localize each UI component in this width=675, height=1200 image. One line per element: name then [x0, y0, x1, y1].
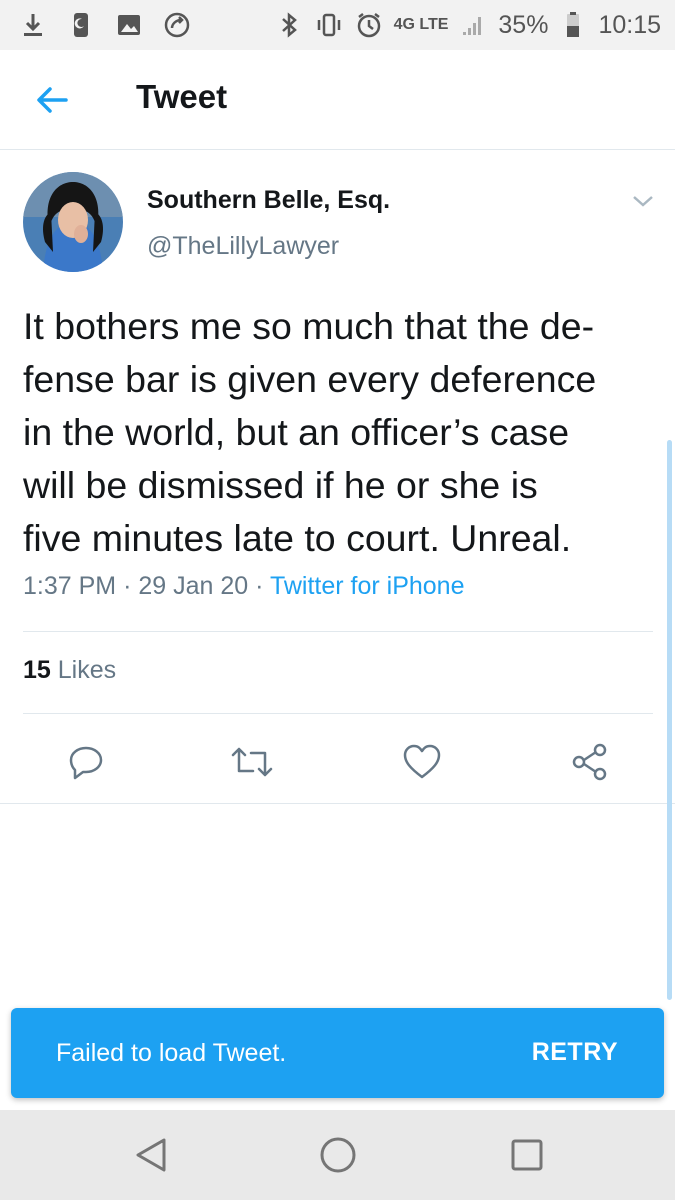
like-button[interactable]	[400, 740, 444, 784]
scrollbar[interactable]	[667, 440, 672, 1000]
back-button[interactable]	[28, 76, 76, 124]
retry-button[interactable]: RETRY	[532, 1038, 618, 1067]
recents-icon	[511, 1139, 543, 1171]
battery-icon	[558, 10, 588, 40]
sync-icon	[162, 10, 192, 40]
nav-back-button[interactable]	[126, 1130, 176, 1180]
vibrate-icon	[314, 10, 344, 40]
network-indicator: 4G LTE	[393, 16, 449, 33]
likes-number: 15	[23, 656, 51, 684]
download-icon	[18, 10, 48, 40]
back-arrow-icon	[37, 87, 68, 113]
tweet-menu-button[interactable]	[628, 186, 658, 216]
reply-button[interactable]	[64, 740, 108, 784]
meta-separator: ·	[123, 572, 132, 600]
retweet-icon	[231, 747, 273, 777]
home-icon	[320, 1137, 356, 1173]
meta-separator: ·	[255, 572, 264, 600]
status-time: 10:15	[598, 10, 661, 39]
status-bar-right: 4G LTE 35% 10:15	[274, 6, 661, 44]
avatar-image	[23, 172, 123, 272]
phone-icon	[66, 10, 96, 40]
snackbar-message: Failed to load Tweet.	[56, 1039, 287, 1067]
likes-count[interactable]: 15 Likes	[23, 656, 116, 685]
battery-percent: 35%	[498, 10, 549, 39]
tweet-text: It bothers me so much that the de- fense…	[23, 305, 597, 559]
divider	[0, 803, 675, 804]
author-handle[interactable]: @TheLillyLawyer	[147, 232, 339, 261]
tweet-time: 1:37 PM	[23, 572, 117, 600]
page-title: Tweet	[136, 78, 228, 115]
divider	[23, 713, 653, 714]
status-bar: 4G LTE 35% 10:15	[0, 0, 675, 50]
avatar[interactable]	[23, 172, 123, 272]
image-icon	[114, 10, 144, 40]
divider	[23, 631, 653, 632]
share-button[interactable]	[568, 740, 612, 784]
error-snackbar: Failed to load Tweet. RETRY	[11, 1008, 664, 1098]
like-icon	[403, 744, 441, 779]
bluetooth-icon	[274, 10, 304, 40]
app-bar: Tweet	[0, 50, 675, 150]
signal-icon	[458, 10, 488, 40]
tweet-date: 29 Jan 20	[138, 572, 249, 600]
tweet-action-bar	[0, 730, 675, 790]
back-icon	[136, 1138, 166, 1172]
share-icon	[572, 743, 607, 781]
retweet-button[interactable]	[230, 740, 274, 784]
status-bar-left-icons	[18, 6, 192, 44]
tweet-meta: 1:37 PM · 29 Jan 20 · Twitter for iPhone	[23, 572, 464, 601]
author-name[interactable]: Southern Belle, Esq.	[147, 186, 390, 215]
reply-icon	[69, 746, 103, 780]
chevron-down-icon	[633, 196, 653, 207]
likes-label: Likes	[57, 656, 117, 684]
tweet-source-link[interactable]: Twitter for iPhone	[270, 572, 465, 600]
nav-recents-button[interactable]	[502, 1130, 552, 1180]
system-nav-bar	[0, 1110, 675, 1200]
nav-home-button[interactable]	[313, 1130, 363, 1180]
alarm-icon	[354, 10, 384, 40]
